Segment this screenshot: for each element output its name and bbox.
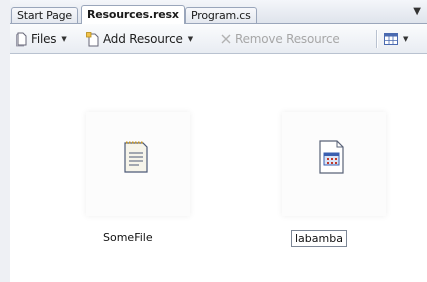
files-icon — [16, 32, 27, 46]
tab-start-page[interactable]: Start Page — [11, 7, 78, 23]
tab-label: Start Page — [17, 9, 72, 22]
resource-name-edit-field[interactable]: labamba — [291, 230, 347, 247]
tab-label: Resources.resx — [87, 8, 179, 21]
files-button[interactable]: Files ▼ — [16, 31, 67, 47]
document-tabstrip: Start Page Resources.resx Program.cs ▼ — [10, 0, 427, 24]
tab-label: Program.cs — [191, 9, 251, 22]
remove-x-icon — [221, 34, 231, 44]
views-dropdown-icon[interactable]: ▼ — [403, 35, 408, 43]
files-label: Files — [31, 32, 57, 46]
tab-resources-resx[interactable]: Resources.resx — [81, 5, 185, 24]
resource-name[interactable]: SomeFile — [103, 231, 153, 244]
add-resource-icon — [86, 31, 99, 46]
add-resource-label: Add Resource — [103, 32, 183, 46]
resource-thumbnail[interactable] — [86, 112, 190, 216]
tab-list-dropdown-icon[interactable]: ▼ — [413, 6, 421, 17]
file-grid-icon — [319, 140, 344, 174]
resource-toolbar: Files ▼ Add Resource ▼ Remove Resource ▼ — [10, 24, 427, 54]
remove-resource-label: Remove Resource — [235, 32, 340, 46]
tab-program-cs[interactable]: Program.cs — [185, 7, 257, 23]
add-resource-button[interactable]: Add Resource ▼ — [86, 31, 193, 47]
resource-list-view: SomeFile labamba — [10, 54, 427, 282]
text-file-icon — [124, 141, 148, 173]
grid-view-icon — [384, 33, 398, 45]
toolbar-separator — [376, 30, 378, 48]
files-dropdown-icon[interactable]: ▼ — [61, 35, 66, 43]
views-button[interactable]: ▼ — [384, 31, 408, 47]
remove-resource-button[interactable]: Remove Resource — [220, 31, 340, 47]
add-resource-dropdown-icon[interactable]: ▼ — [188, 35, 193, 43]
resource-thumbnail[interactable] — [282, 112, 386, 216]
